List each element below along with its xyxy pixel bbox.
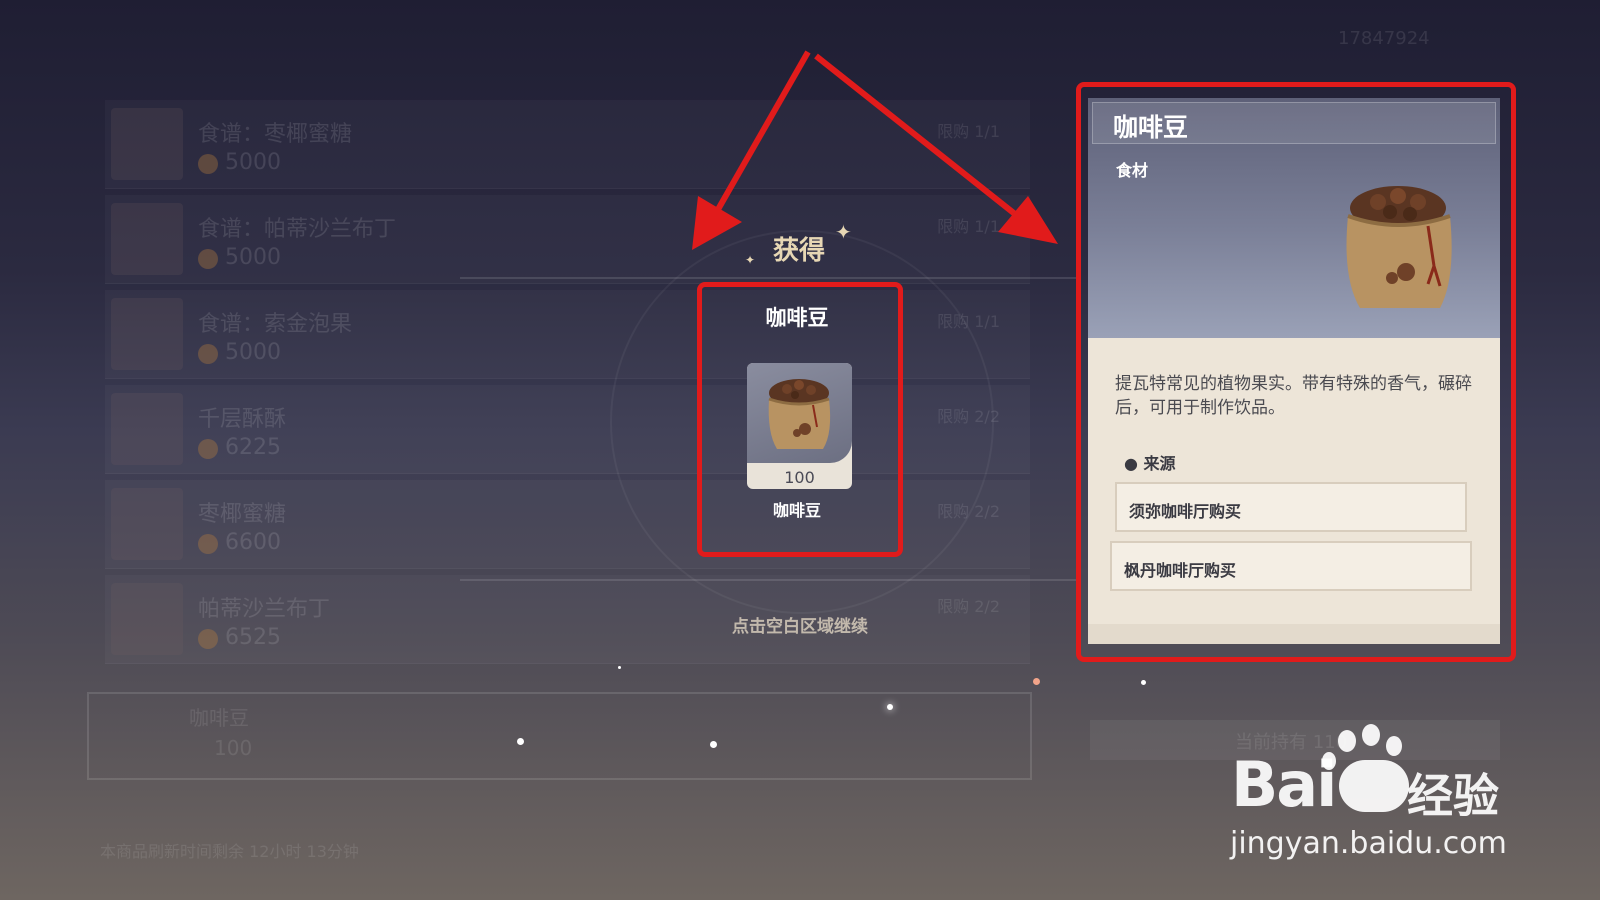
location-pin-icon: ● bbox=[1124, 454, 1138, 473]
source-item[interactable]: 须弥咖啡厅购买 bbox=[1115, 482, 1467, 532]
refresh-timer: 本商品刷新时间剩余 12小时 13分钟 bbox=[100, 842, 359, 861]
shop-item-limit: 限购 1/1 bbox=[937, 122, 1000, 141]
shop-item-thumbnail bbox=[111, 108, 183, 180]
shop-item-thumbnail bbox=[111, 203, 183, 275]
shop-row: 食谱：枣椰蜜糖 5000 限购 1/1 bbox=[105, 100, 1030, 189]
shop-item-thumbnail bbox=[111, 298, 183, 370]
shop-item-price: 6225 bbox=[225, 435, 281, 460]
shop-item-thumbnail bbox=[111, 393, 183, 465]
continue-hint[interactable]: 点击空白区域继续 bbox=[700, 612, 900, 637]
detail-title: 咖啡豆 bbox=[1113, 113, 1189, 142]
source-label: 来源 bbox=[1143, 454, 1176, 473]
paw-logo-icon bbox=[1339, 760, 1410, 812]
obtain-title: 获得 bbox=[773, 236, 826, 266]
star-particle bbox=[1141, 680, 1146, 685]
star-particle bbox=[887, 704, 893, 710]
shop-item-price: 6600 bbox=[225, 530, 281, 555]
coin-icon bbox=[198, 439, 218, 459]
shop-item-price: 5000 bbox=[225, 150, 281, 175]
item-card-art bbox=[747, 363, 852, 463]
star-particle bbox=[1033, 678, 1040, 685]
item-count: 100 bbox=[784, 468, 815, 487]
coin-icon bbox=[198, 154, 218, 174]
source-heading: ● 来源 bbox=[1124, 450, 1176, 474]
shop-item-name: 食谱：枣椰蜜糖 bbox=[198, 122, 353, 147]
detail-description: 提瓦特常见的植物果实。带有特殊的香气，碾碎后，可用于制作饮品。 bbox=[1115, 374, 1472, 418]
obtained-item-name: 咖啡豆 bbox=[765, 306, 829, 330]
coin-icon bbox=[198, 534, 218, 554]
shop-item-limit: 限购 2/2 bbox=[937, 597, 1000, 616]
obtained-item-card[interactable]: 100 bbox=[747, 363, 852, 489]
shop-item-price: 5000 bbox=[225, 340, 281, 365]
coffee-bean-bag-icon bbox=[1346, 186, 1452, 308]
currency-amount: 17847924 bbox=[1338, 28, 1430, 49]
coin-icon bbox=[198, 249, 218, 269]
watermark-logo: Bai bbox=[1231, 748, 1410, 821]
shop-item-limit: 限购 1/1 bbox=[937, 217, 1000, 236]
watermark-logo-cn: 经验 bbox=[1407, 769, 1499, 823]
shop-item-name: 咖啡豆 bbox=[189, 706, 249, 730]
panel-bottom-pattern bbox=[1088, 624, 1500, 644]
paw-logo-icon bbox=[1362, 724, 1380, 746]
shop-item-thumbnail bbox=[111, 488, 183, 560]
shop-item-name: 食谱：索金泡果 bbox=[198, 312, 353, 337]
coin-icon bbox=[198, 629, 218, 649]
obtained-item-caption: 咖啡豆 bbox=[772, 501, 821, 520]
detail-type: 食材 bbox=[1116, 161, 1149, 180]
shop-item-name: 食谱：帕蒂沙兰布丁 bbox=[198, 217, 397, 242]
sparkle-icon: ✦ bbox=[835, 220, 852, 244]
coin-icon bbox=[198, 344, 218, 364]
watermark-logo-text: Bai bbox=[1231, 748, 1337, 821]
shop-item-name: 帕蒂沙兰布丁 bbox=[198, 597, 331, 622]
star-particle bbox=[710, 741, 717, 748]
shop-item-thumbnail bbox=[111, 583, 183, 655]
shop-item-price: 6525 bbox=[225, 625, 281, 650]
shop-item-price: 100 bbox=[214, 736, 253, 760]
divider-top bbox=[460, 277, 1080, 279]
shop-item-name: 枣椰蜜糖 bbox=[198, 502, 287, 527]
source-item[interactable]: 枫丹咖啡厅购买 bbox=[1110, 541, 1472, 591]
divider-bottom bbox=[460, 579, 1080, 581]
watermark-url: jingyan.baidu.com bbox=[1230, 826, 1507, 861]
sparkle-icon: ✦ bbox=[745, 253, 756, 267]
shop-item-name: 千层酥酥 bbox=[198, 407, 287, 432]
star-particle bbox=[517, 738, 524, 745]
shop-item-price: 5000 bbox=[225, 245, 281, 270]
star-particle bbox=[618, 666, 621, 669]
coffee-bean-bag-icon bbox=[768, 379, 831, 449]
